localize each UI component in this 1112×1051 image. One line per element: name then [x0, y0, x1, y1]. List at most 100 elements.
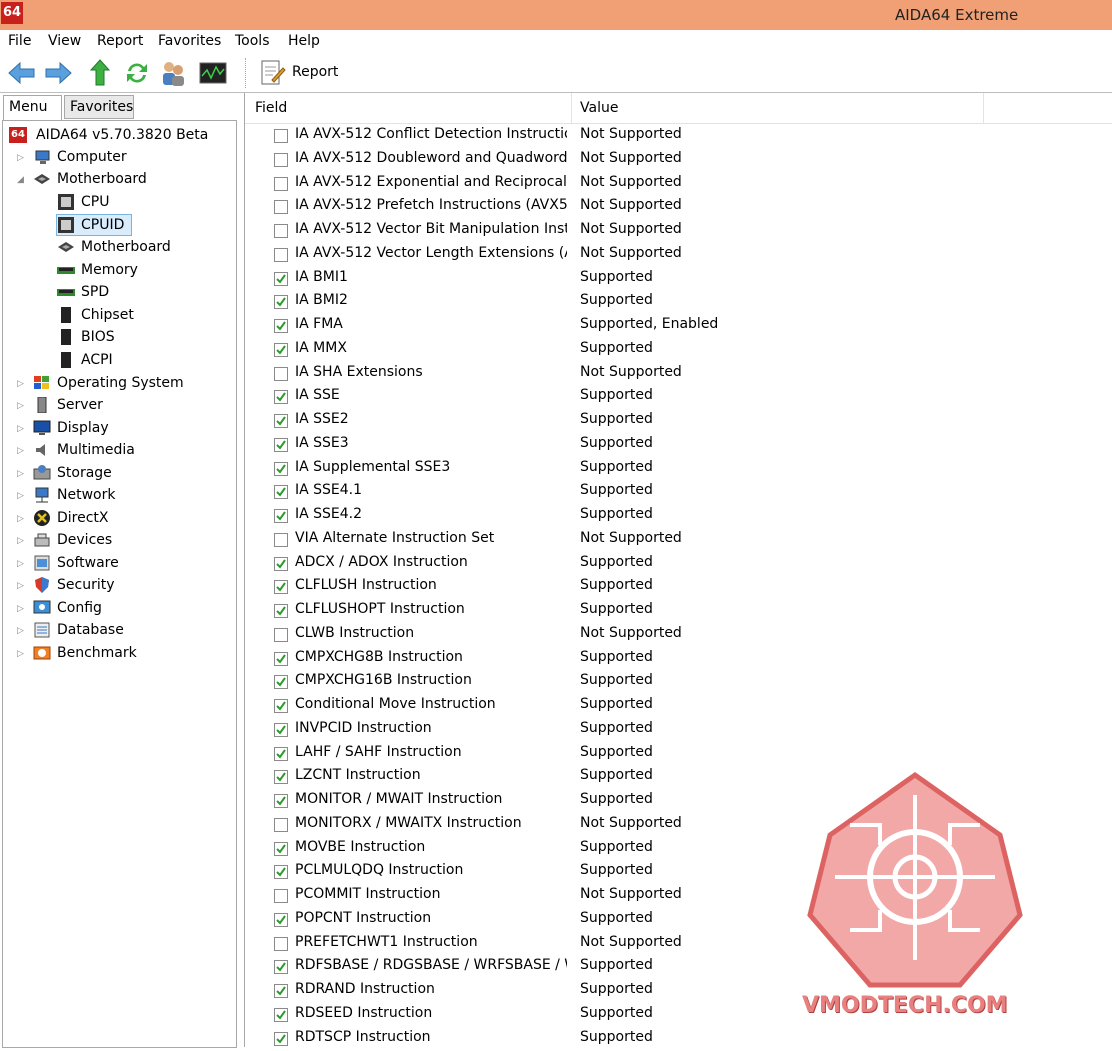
expand-icon[interactable]: ▷ — [17, 536, 24, 546]
table-row[interactable]: IA AVX-512 Prefetch Instructions (AVX5..… — [245, 195, 1112, 219]
feature-checkbox[interactable] — [274, 936, 288, 951]
feature-checkbox[interactable] — [274, 556, 288, 571]
up-icon[interactable] — [86, 58, 116, 88]
feature-checkbox[interactable] — [274, 295, 288, 310]
feature-checkbox[interactable] — [274, 342, 288, 357]
table-row[interactable]: CMPXCHG16B Instruction Supported — [245, 670, 1112, 694]
app-icon[interactable]: 64 — [1, 2, 23, 24]
feature-checkbox[interactable] — [274, 390, 288, 405]
table-row[interactable]: IA SSE4.2 Supported — [245, 504, 1112, 528]
expand-icon[interactable]: ▷ — [17, 469, 24, 479]
expand-icon[interactable]: ▷ — [17, 401, 24, 411]
back-icon[interactable] — [6, 58, 36, 88]
table-row[interactable]: IA MMX Supported — [245, 338, 1112, 362]
table-row[interactable]: IA BMI1 Supported — [245, 267, 1112, 291]
expand-icon[interactable]: ▷ — [17, 604, 24, 614]
feature-checkbox[interactable] — [274, 414, 288, 428]
feature-checkbox[interactable] — [274, 509, 288, 523]
feature-checkbox[interactable] — [274, 366, 288, 381]
table-row[interactable]: IA SHA Extensions Not Supported — [245, 362, 1112, 386]
feature-checkbox[interactable] — [274, 319, 288, 333]
menu-tools[interactable]: Tools — [235, 33, 270, 49]
menu-file[interactable]: File — [8, 33, 31, 49]
expand-icon[interactable]: ▷ — [17, 424, 24, 434]
report-icon[interactable] — [257, 58, 287, 88]
report-button-label[interactable]: Report — [292, 64, 338, 80]
title-bar[interactable]: 64 AIDA64 Extreme — [0, 0, 1112, 30]
table-row[interactable]: Conditional Move Instruction Supported — [245, 694, 1112, 718]
table-row[interactable]: VIA Alternate Instruction Set Not Support… — [245, 528, 1112, 552]
menu-help[interactable]: Help — [288, 33, 320, 49]
feature-checkbox[interactable] — [274, 604, 288, 618]
expand-icon[interactable]: ▷ — [17, 559, 24, 569]
column-divider[interactable] — [983, 93, 984, 123]
monitor-graph-icon[interactable] — [198, 58, 228, 88]
expand-icon[interactable]: ▷ — [17, 514, 24, 524]
feature-checkbox[interactable] — [274, 580, 288, 595]
feature-checkbox[interactable] — [274, 1007, 288, 1022]
feature-checkbox[interactable] — [274, 651, 288, 666]
feature-checkbox[interactable] — [274, 889, 288, 903]
feature-checkbox[interactable] — [274, 984, 288, 998]
menu-view[interactable]: View — [48, 33, 81, 49]
expand-icon[interactable]: ▷ — [17, 581, 24, 591]
menu-report[interactable]: Report — [97, 33, 143, 49]
table-row[interactable]: IA SSE2 Supported — [245, 409, 1112, 433]
feature-checkbox[interactable] — [274, 794, 288, 808]
feature-checkbox[interactable] — [274, 912, 288, 927]
feature-checkbox[interactable] — [274, 437, 288, 452]
table-row[interactable]: IA AVX-512 Exponential and Reciprocal I.… — [245, 172, 1112, 196]
table-row[interactable]: IA SSE Supported — [245, 385, 1112, 409]
feature-checkbox[interactable] — [274, 1031, 288, 1046]
users-icon[interactable] — [158, 58, 188, 88]
table-row[interactable]: ADCX / ADOX Instruction Supported — [245, 552, 1112, 576]
column-header-field[interactable]: Field — [255, 100, 287, 116]
feature-checkbox[interactable] — [274, 152, 288, 167]
table-row[interactable]: IA AVX-512 Conflict Detection Instructio… — [245, 124, 1112, 148]
feature-checkbox[interactable] — [274, 817, 288, 832]
expand-icon[interactable]: ▷ — [17, 446, 24, 456]
feature-checkbox[interactable] — [274, 960, 288, 975]
expand-icon[interactable]: ▷ — [17, 491, 24, 501]
collapse-icon[interactable]: ◢ — [17, 175, 24, 185]
expand-icon[interactable]: ▷ — [17, 649, 24, 659]
table-row[interactable]: IA AVX-512 Doubleword and Quadword... Not… — [245, 148, 1112, 172]
column-divider[interactable] — [571, 93, 572, 123]
feature-checkbox[interactable] — [274, 176, 288, 191]
table-row[interactable]: IA BMI2 Supported — [245, 290, 1112, 314]
feature-checkbox[interactable] — [274, 770, 288, 785]
column-header-value[interactable]: Value — [580, 100, 618, 116]
table-row[interactable]: CMPXCHG8B Instruction Supported — [245, 647, 1112, 671]
tab-favorites[interactable]: Favorites — [64, 95, 134, 119]
feature-checkbox[interactable] — [274, 224, 288, 238]
table-row[interactable]: IA AVX-512 Vector Length Extensions (A..… — [245, 243, 1112, 267]
table-row[interactable]: LAHF / SAHF Instruction Supported — [245, 742, 1112, 766]
feature-checkbox[interactable] — [274, 461, 288, 476]
table-row[interactable]: CLWB Instruction Not Supported — [245, 623, 1112, 647]
feature-checkbox[interactable] — [274, 271, 288, 286]
menu-favorites[interactable]: Favorites — [158, 33, 221, 49]
feature-checkbox[interactable] — [274, 200, 288, 215]
table-row[interactable]: IA SSE4.1 Supported — [245, 480, 1112, 504]
tab-menu[interactable]: Menu — [3, 95, 62, 121]
table-row[interactable]: INVPCID Instruction Supported — [245, 718, 1112, 742]
expand-icon[interactable]: ▷ — [17, 379, 24, 389]
table-row[interactable]: IA Supplemental SSE3 Supported — [245, 457, 1112, 481]
feature-checkbox[interactable] — [274, 841, 288, 856]
feature-checkbox[interactable] — [274, 699, 288, 713]
feature-checkbox[interactable] — [274, 722, 288, 737]
forward-icon[interactable] — [44, 58, 74, 88]
feature-checkbox[interactable] — [274, 675, 288, 690]
table-row[interactable]: IA AVX-512 Vector Bit Manipulation Inst.… — [245, 219, 1112, 243]
feature-checkbox[interactable] — [274, 865, 288, 880]
feature-checkbox[interactable] — [274, 129, 288, 143]
feature-checkbox[interactable] — [274, 627, 288, 642]
feature-checkbox[interactable] — [274, 746, 288, 761]
table-row[interactable]: IA SSE3 Supported — [245, 433, 1112, 457]
refresh-icon[interactable] — [122, 58, 152, 88]
feature-checkbox[interactable] — [274, 532, 288, 547]
feature-checkbox[interactable] — [274, 485, 288, 500]
feature-checkbox[interactable] — [274, 247, 288, 262]
tree-item-cpuid[interactable]: CPUID — [56, 214, 132, 236]
table-row[interactable]: IA FMA Supported, Enabled — [245, 314, 1112, 338]
